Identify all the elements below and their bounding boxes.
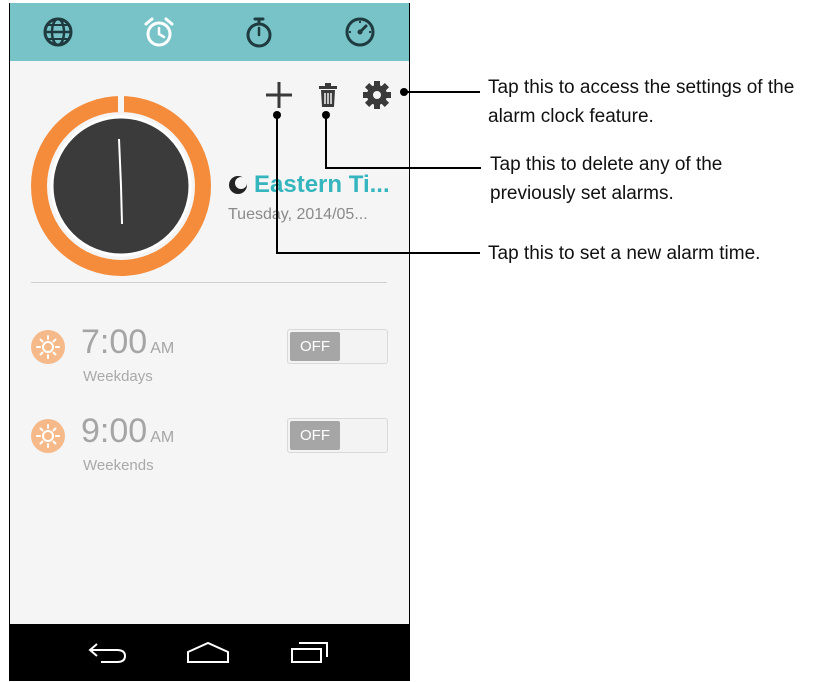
delete-callout-line2: previously set alarms. bbox=[490, 183, 674, 204]
tab-stopwatch[interactable] bbox=[239, 11, 279, 53]
tab-world-clock[interactable] bbox=[38, 11, 78, 53]
alarm-days: Weekends bbox=[83, 457, 154, 474]
globe-icon bbox=[43, 17, 73, 47]
timer-icon bbox=[345, 17, 375, 47]
timezone-name: Eastern Ti... bbox=[254, 171, 390, 198]
settings-callout-line2: alarm clock feature. bbox=[488, 106, 654, 127]
alarm-time: 7:00 AM bbox=[81, 323, 174, 362]
alarm-ampm: AM bbox=[150, 340, 175, 357]
settings-callout-line1: Tap this to access the settings of the bbox=[488, 77, 795, 98]
phone-screen: Eastern Ti... Tuesday, 2014/05... 7:00 AM… bbox=[9, 3, 410, 681]
tab-alarm[interactable] bbox=[139, 11, 179, 53]
toggle-label: OFF bbox=[290, 332, 340, 361]
add-callout: Tap this to set a new alarm time. bbox=[488, 243, 761, 264]
delete-callout-line1: Tap this to delete any of the bbox=[490, 154, 723, 175]
toggle-label: OFF bbox=[290, 421, 340, 450]
timezone-row[interactable]: Eastern Ti... bbox=[228, 171, 390, 199]
tab-bar bbox=[10, 3, 409, 61]
delete-callout-line-v bbox=[325, 115, 327, 168]
trash-icon bbox=[319, 83, 337, 107]
alarm-ampm: AM bbox=[150, 429, 175, 446]
home-icon bbox=[187, 641, 229, 663]
plus-icon bbox=[266, 82, 292, 108]
alarm-clock-icon bbox=[144, 17, 174, 47]
alarm-time: 9:00 AM bbox=[81, 412, 174, 451]
alarm-row[interactable]: 9:00 AM Weekends OFF bbox=[31, 412, 391, 479]
tab-timer[interactable] bbox=[340, 11, 380, 53]
back-button[interactable] bbox=[82, 636, 132, 668]
add-callout-line-h bbox=[276, 252, 480, 254]
alarm-toggle[interactable]: OFF bbox=[287, 329, 388, 364]
recents-button[interactable] bbox=[284, 636, 334, 668]
delete-alarm-button[interactable] bbox=[308, 75, 348, 115]
timezone-date: Tuesday, 2014/05... bbox=[228, 206, 368, 223]
settings-callout: Tap this to access the settings of the a… bbox=[488, 73, 794, 131]
settings-button[interactable] bbox=[357, 75, 397, 115]
navigation-bar bbox=[10, 624, 409, 681]
sun-icon bbox=[31, 419, 65, 453]
alarm-time-value: 7:00 bbox=[81, 323, 148, 361]
add-alarm-button[interactable] bbox=[259, 75, 299, 115]
alarm-row[interactable]: 7:00 AM Weekdays OFF bbox=[31, 323, 391, 390]
delete-callout-line-h bbox=[325, 167, 481, 169]
sun-icon bbox=[31, 330, 65, 364]
alarm-time-value: 9:00 bbox=[81, 412, 148, 450]
home-button[interactable] bbox=[183, 636, 233, 668]
divider bbox=[31, 282, 387, 283]
minute-hand bbox=[120, 185, 123, 225]
stopwatch-icon bbox=[246, 17, 272, 48]
alarm-toggle[interactable]: OFF bbox=[287, 418, 388, 453]
recents-icon bbox=[291, 642, 328, 663]
settings-callout-line bbox=[404, 91, 480, 93]
alarm-days: Weekdays bbox=[83, 368, 153, 385]
delete-callout: Tap this to delete any of the previously… bbox=[490, 150, 722, 208]
back-icon bbox=[88, 643, 127, 663]
moon-icon bbox=[229, 176, 247, 194]
gear-icon bbox=[363, 81, 391, 109]
analog-clock bbox=[31, 96, 211, 276]
add-callout-line-v bbox=[276, 115, 278, 253]
